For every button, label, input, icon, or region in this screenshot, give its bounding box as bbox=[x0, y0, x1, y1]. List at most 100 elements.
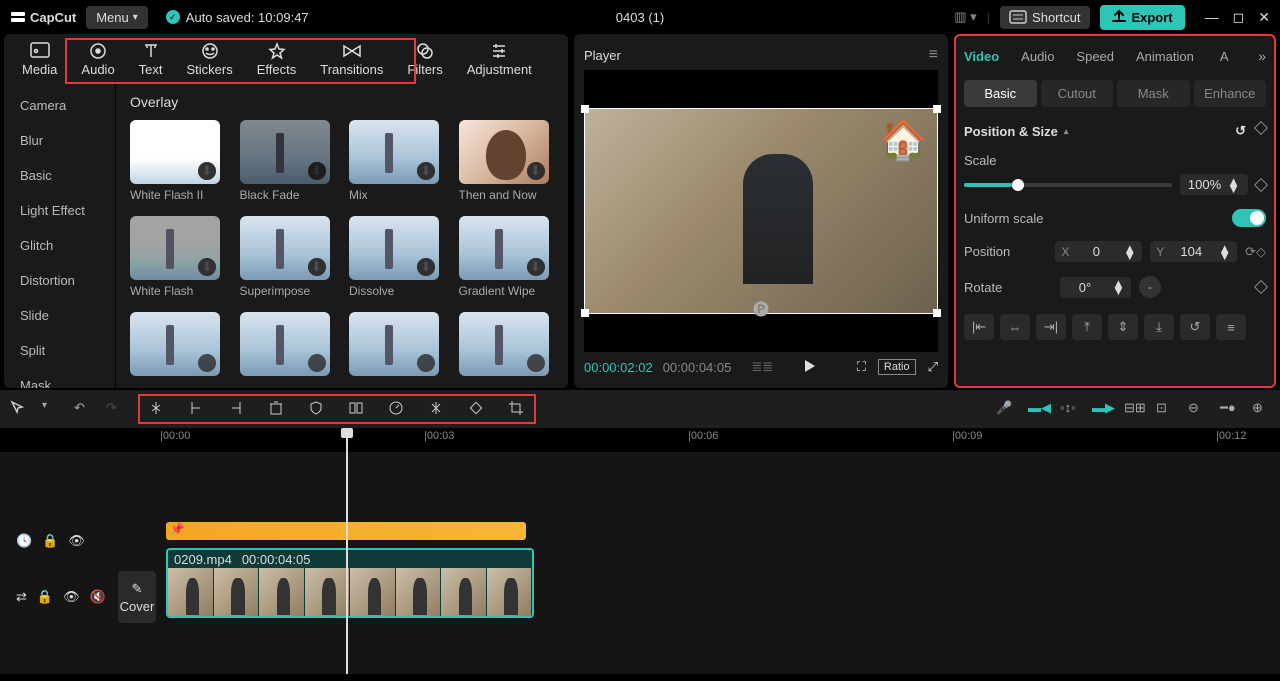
keyframe-icon[interactable] bbox=[1254, 280, 1268, 294]
layout-icon[interactable]: ▥ ▾ bbox=[954, 9, 976, 25]
tab-effects[interactable]: Effects bbox=[245, 38, 309, 81]
transition-item[interactable] bbox=[240, 312, 336, 380]
align-left[interactable]: |⇤ bbox=[964, 314, 994, 340]
delete-tool[interactable] bbox=[268, 400, 286, 418]
rp-tab-audio[interactable]: Audio bbox=[1021, 49, 1054, 64]
cat-blur[interactable]: Blur bbox=[4, 123, 115, 158]
transition-item[interactable]: ⬇Black Fade bbox=[240, 120, 336, 202]
sub-tab-mask[interactable]: Mask bbox=[1117, 80, 1190, 107]
rotate-dial[interactable]: - bbox=[1139, 276, 1161, 298]
ratio-button[interactable]: Ratio bbox=[878, 359, 916, 375]
transition-item[interactable]: ⬇Gradient Wipe bbox=[459, 216, 555, 298]
rotate-input[interactable]: 0°▲▼ bbox=[1060, 277, 1131, 298]
preview-scale-icon[interactable]: 🅟 bbox=[753, 296, 769, 320]
cat-mask[interactable]: Mask bbox=[4, 368, 115, 388]
clock-icon[interactable]: 🕓 bbox=[16, 533, 32, 549]
trim-left-tool[interactable] bbox=[188, 400, 206, 418]
undo-button[interactable]: ↶ bbox=[74, 400, 92, 418]
eye-icon[interactable]: 👁 bbox=[63, 589, 80, 605]
transition-item[interactable]: ⬇White Flash II bbox=[130, 120, 226, 202]
fullscreen-icon[interactable]: ⤢ bbox=[928, 359, 938, 375]
select-tool[interactable] bbox=[10, 400, 28, 418]
preview-toggle[interactable]: ⊟⊞ bbox=[1124, 400, 1142, 418]
cat-slide[interactable]: Slide bbox=[4, 298, 115, 333]
tab-media[interactable]: Media bbox=[10, 38, 69, 81]
tab-text[interactable]: Text bbox=[127, 38, 175, 81]
align-center-v[interactable]: ⇕ bbox=[1108, 314, 1138, 340]
timeline-ruler[interactable]: |00:00 |00:03 |00:06 |00:09 |00:12 bbox=[160, 428, 1270, 452]
zoom-out-icon[interactable]: ⊖ bbox=[1188, 400, 1206, 418]
rp-tab-video[interactable]: Video bbox=[964, 49, 999, 64]
eye-icon[interactable]: 👁 bbox=[68, 533, 85, 549]
record-icon[interactable]: ⊡ bbox=[1156, 400, 1174, 418]
snap-toggle[interactable]: ▬▶ bbox=[1092, 400, 1110, 418]
transition-item[interactable]: ⬇Then and Now bbox=[459, 120, 555, 202]
player-menu-icon[interactable]: ≡ bbox=[929, 46, 938, 64]
swap-icon[interactable]: ⇄ bbox=[16, 589, 27, 605]
scale-slider[interactable] bbox=[964, 183, 1172, 187]
sub-tab-enhance[interactable]: Enhance bbox=[1194, 80, 1267, 107]
cat-basic[interactable]: Basic bbox=[4, 158, 115, 193]
preview-viewport[interactable]: 🏠 🅟 bbox=[584, 70, 938, 352]
align-center-h[interactable]: ⇔ bbox=[1000, 314, 1030, 340]
section-position-size[interactable]: Position & Size▴ ↺ bbox=[964, 123, 1266, 139]
position-y-input[interactable]: Y104▲▼ bbox=[1150, 241, 1237, 262]
tab-adjustment[interactable]: Adjustment bbox=[455, 38, 544, 81]
tab-stickers[interactable]: Stickers bbox=[175, 38, 245, 81]
zoom-slider-knob[interactable]: ━● bbox=[1220, 400, 1238, 418]
close-button[interactable]: ✕ bbox=[1258, 9, 1270, 26]
transition-item[interactable] bbox=[349, 312, 445, 380]
cat-split[interactable]: Split bbox=[4, 333, 115, 368]
shortcut-button[interactable]: Shortcut bbox=[1000, 6, 1090, 29]
cat-light-effect[interactable]: Light Effect bbox=[4, 193, 115, 228]
expand-panel-icon[interactable]: » bbox=[1258, 48, 1266, 64]
mirror-v-tool[interactable] bbox=[428, 400, 446, 418]
shield-tool[interactable] bbox=[308, 400, 326, 418]
speed-tool[interactable] bbox=[388, 400, 406, 418]
cat-distortion[interactable]: Distortion bbox=[4, 263, 115, 298]
transition-item[interactable]: ⬇Superimpose bbox=[240, 216, 336, 298]
align-right[interactable]: ⇥| bbox=[1036, 314, 1066, 340]
align-top[interactable]: ⤒ bbox=[1072, 314, 1102, 340]
tab-audio[interactable]: Audio bbox=[69, 38, 126, 81]
columns-icon[interactable]: ≣≣ bbox=[751, 359, 773, 375]
rp-tab-speed[interactable]: Speed bbox=[1076, 49, 1114, 64]
split-tool[interactable] bbox=[148, 400, 166, 418]
crop-icon[interactable]: ⛶ bbox=[857, 359, 866, 375]
uniform-scale-toggle[interactable] bbox=[1232, 209, 1266, 227]
crop-tool[interactable] bbox=[508, 400, 526, 418]
transition-item[interactable]: ⬇Mix bbox=[349, 120, 445, 202]
magnet-toggle[interactable]: ▬◀ bbox=[1028, 400, 1046, 418]
transition-item[interactable]: ⬇White Flash bbox=[130, 216, 226, 298]
scale-value[interactable]: 100%▲▼ bbox=[1180, 174, 1248, 195]
cat-camera[interactable]: Camera bbox=[4, 88, 115, 123]
lock-icon[interactable]: 🔒 bbox=[37, 589, 53, 605]
export-button[interactable]: Export bbox=[1100, 5, 1184, 30]
align-bottom[interactable]: ⤓ bbox=[1144, 314, 1174, 340]
position-x-input[interactable]: X0▲▼ bbox=[1055, 241, 1142, 262]
tab-transitions[interactable]: Transitions bbox=[308, 38, 395, 81]
transition-item[interactable] bbox=[130, 312, 226, 380]
keyframe-icon[interactable] bbox=[1254, 121, 1268, 135]
align-reset[interactable]: ↺ bbox=[1180, 314, 1210, 340]
house-sticker[interactable]: 🏠 bbox=[880, 119, 927, 163]
align-more[interactable]: ≡ bbox=[1216, 314, 1246, 340]
transition-item[interactable] bbox=[459, 312, 555, 380]
select-dropdown[interactable]: ▾ bbox=[42, 400, 60, 418]
timeline-tracks[interactable]: 0209.mp4 00:00:04:05 bbox=[160, 452, 1280, 674]
keyframe-icon[interactable] bbox=[1254, 177, 1268, 191]
menu-button[interactable]: Menu ▾ bbox=[86, 6, 148, 29]
zoom-in-icon[interactable]: ⊕ bbox=[1252, 400, 1270, 418]
link-xy-icon[interactable]: ⟳◇ bbox=[1245, 244, 1266, 260]
rotate-tool[interactable] bbox=[468, 400, 486, 418]
cover-button[interactable]: ✎ Cover bbox=[118, 571, 156, 623]
play-button[interactable] bbox=[803, 359, 817, 376]
rp-tab-more[interactable]: A bbox=[1220, 49, 1229, 64]
reset-icon[interactable]: ↺ bbox=[1235, 123, 1246, 139]
mirror-h-tool[interactable] bbox=[348, 400, 366, 418]
transition-item[interactable]: ⬇Dissolve bbox=[349, 216, 445, 298]
link-toggle[interactable]: ◦↕◦ bbox=[1060, 400, 1078, 418]
video-clip[interactable]: 0209.mp4 00:00:04:05 bbox=[166, 548, 534, 618]
playhead[interactable] bbox=[346, 428, 348, 674]
sub-tab-basic[interactable]: Basic bbox=[964, 80, 1037, 107]
